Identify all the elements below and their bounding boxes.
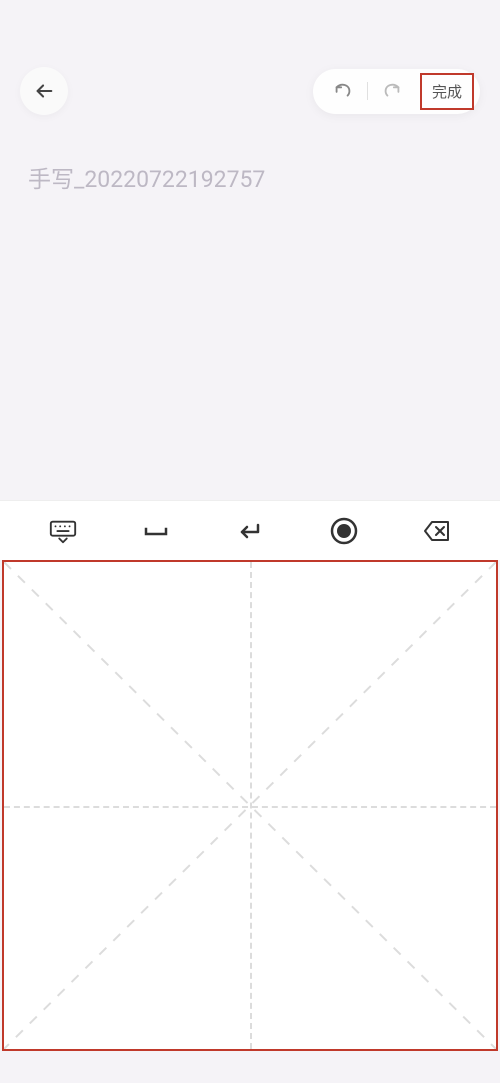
backspace-button[interactable] [413,507,461,555]
record-icon [330,517,358,545]
header: 完成 [0,67,500,115]
enter-icon [236,517,264,545]
grid-diagonals [4,562,496,1049]
input-toolbar [0,500,500,560]
back-button[interactable] [20,67,68,115]
arrow-left-icon [33,80,55,102]
keyboard-icon [48,516,78,546]
backspace-icon [422,516,452,546]
enter-button[interactable] [226,507,274,555]
undo-icon [332,80,354,102]
title-placeholder: 手写_20220722192757 [28,160,472,194]
redo-icon [381,80,403,102]
title-area[interactable]: 手写_20220722192757 [28,160,472,194]
handwriting-grid [4,562,496,1049]
space-button[interactable] [132,507,180,555]
redo-button[interactable] [368,73,416,109]
undo-button[interactable] [319,73,367,109]
toolbar: 完成 [313,69,480,114]
keyboard-button[interactable] [39,507,87,555]
record-button[interactable] [320,507,368,555]
done-button[interactable]: 完成 [420,73,474,110]
handwriting-area[interactable] [2,560,498,1051]
space-icon [142,517,170,545]
